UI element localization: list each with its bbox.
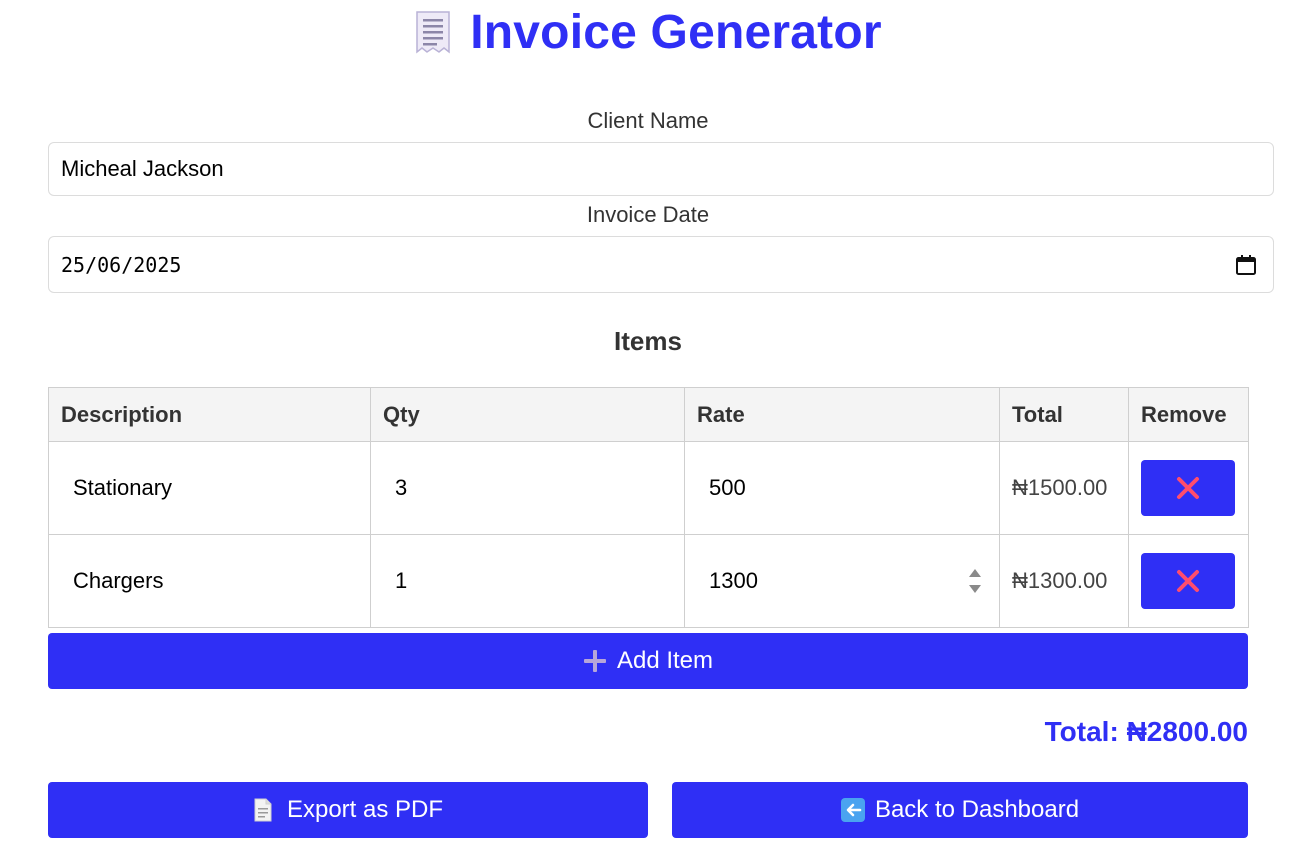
column-header-remove: Remove bbox=[1128, 387, 1249, 442]
rate-input[interactable]: 1300 bbox=[697, 555, 987, 607]
plus-icon bbox=[583, 649, 607, 673]
description-value: Stationary bbox=[73, 475, 173, 500]
back-to-dashboard-button[interactable]: Back to Dashboard bbox=[672, 782, 1248, 838]
qty-cell: 3 bbox=[370, 441, 685, 535]
cross-icon bbox=[1177, 570, 1199, 592]
column-header-qty: Qty bbox=[370, 387, 685, 442]
grand-total: Total: ₦2800.00 bbox=[1044, 716, 1248, 747]
client-name-input[interactable]: Micheal Jackson bbox=[48, 142, 1274, 196]
description-cell: Chargers bbox=[48, 534, 371, 628]
line-total: ₦1500.00 bbox=[999, 441, 1129, 535]
add-item-label: Add Item bbox=[616, 647, 714, 674]
items-table: Description Qty Rate Total Remove Statio… bbox=[48, 387, 1249, 628]
back-arrow-icon bbox=[840, 798, 865, 822]
qty-value: 3 bbox=[395, 475, 408, 500]
export-pdf-button[interactable]: Export as PDF bbox=[48, 782, 648, 838]
rate-value: 500 bbox=[709, 475, 746, 500]
rate-value: 1300 bbox=[709, 568, 758, 593]
cross-icon bbox=[1177, 477, 1199, 499]
line-total: ₦1300.00 bbox=[999, 534, 1129, 628]
qty-cell: 1 bbox=[370, 534, 685, 628]
invoice-date-label: Invoice Date bbox=[586, 202, 710, 227]
remove-cell bbox=[1128, 534, 1249, 628]
table-row: Stationary 3 500 ₦1500.00 bbox=[48, 441, 1249, 535]
column-header-total: Total bbox=[999, 387, 1129, 442]
remove-item-button[interactable] bbox=[1141, 553, 1235, 609]
client-name-label: Client Name bbox=[587, 108, 709, 133]
qty-input[interactable]: 1 bbox=[383, 555, 672, 607]
spinner-arrows-icon[interactable] bbox=[967, 566, 983, 596]
items-heading: Items bbox=[614, 326, 682, 356]
description-input[interactable]: Chargers bbox=[61, 555, 358, 607]
invoice-date-value: 25/06/2025 bbox=[61, 252, 182, 277]
qty-input[interactable]: 3 bbox=[383, 462, 672, 514]
back-to-dashboard-label: Back to Dashboard bbox=[874, 796, 1080, 823]
page-header: Invoice Generator bbox=[0, 4, 1296, 60]
rate-cell: 500 bbox=[684, 441, 1000, 535]
remove-item-button[interactable] bbox=[1141, 460, 1235, 516]
qty-value: 1 bbox=[395, 568, 408, 593]
rate-cell: 1300 bbox=[684, 534, 1000, 628]
calendar-icon[interactable] bbox=[1235, 254, 1257, 276]
table-row: Chargers 1 1300 ₦1300.00 bbox=[48, 534, 1249, 628]
invoice-date-input[interactable]: 25/06/2025 bbox=[48, 236, 1274, 293]
description-input[interactable]: Stationary bbox=[61, 462, 358, 514]
page-title: Invoice Generator bbox=[470, 5, 882, 59]
document-icon bbox=[253, 798, 277, 822]
column-header-description: Description bbox=[48, 387, 371, 442]
export-pdf-label: Export as PDF bbox=[286, 796, 444, 823]
description-value: Chargers bbox=[73, 568, 164, 593]
table-header-row: Description Qty Rate Total Remove bbox=[48, 387, 1249, 442]
receipt-icon bbox=[414, 8, 452, 56]
description-cell: Stationary bbox=[48, 441, 371, 535]
add-item-button[interactable]: Add Item bbox=[48, 633, 1248, 689]
client-name-value: Micheal Jackson bbox=[61, 156, 224, 181]
remove-cell bbox=[1128, 441, 1249, 535]
column-header-rate: Rate bbox=[684, 387, 1000, 442]
rate-input[interactable]: 500 bbox=[697, 462, 987, 514]
